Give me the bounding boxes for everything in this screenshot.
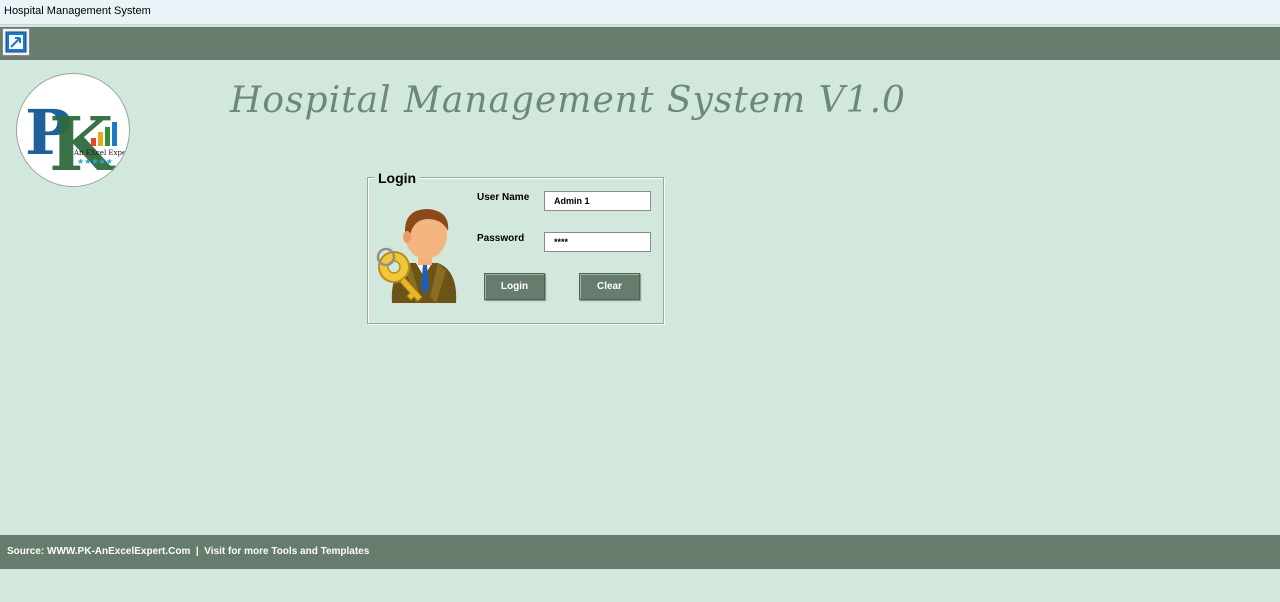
footer-bar: Source: WWW.PK-AnExcelExpert.Com | Visit…	[0, 535, 1280, 569]
company-logo: P K An EXcel Expert ★★★★★	[16, 73, 130, 187]
svg-text:An EXcel Expert: An EXcel Expert	[73, 149, 129, 157]
clear-button[interactable]: Clear	[579, 273, 640, 300]
svg-text:★★★★★: ★★★★★	[77, 157, 113, 166]
footer-source-text: Source: WWW.PK-AnExcelExpert.Com | Visit…	[7, 546, 370, 557]
app-title: Hospital Management System V1.0	[230, 80, 906, 121]
window-titlebar: Hospital Management System	[0, 0, 1280, 25]
password-label: Password	[477, 233, 525, 244]
user-key-icon	[376, 205, 458, 310]
login-legend: Login	[374, 170, 421, 186]
username-label: User Name	[477, 192, 530, 203]
username-field[interactable]: Admin 1	[544, 191, 651, 211]
login-button[interactable]: Login	[484, 273, 545, 300]
window-title: Hospital Management System	[4, 5, 151, 17]
password-field[interactable]: ****	[544, 232, 651, 252]
top-toolbar	[0, 27, 1280, 60]
app-icon	[5, 31, 27, 53]
app-menu-button[interactable]	[2, 28, 30, 56]
